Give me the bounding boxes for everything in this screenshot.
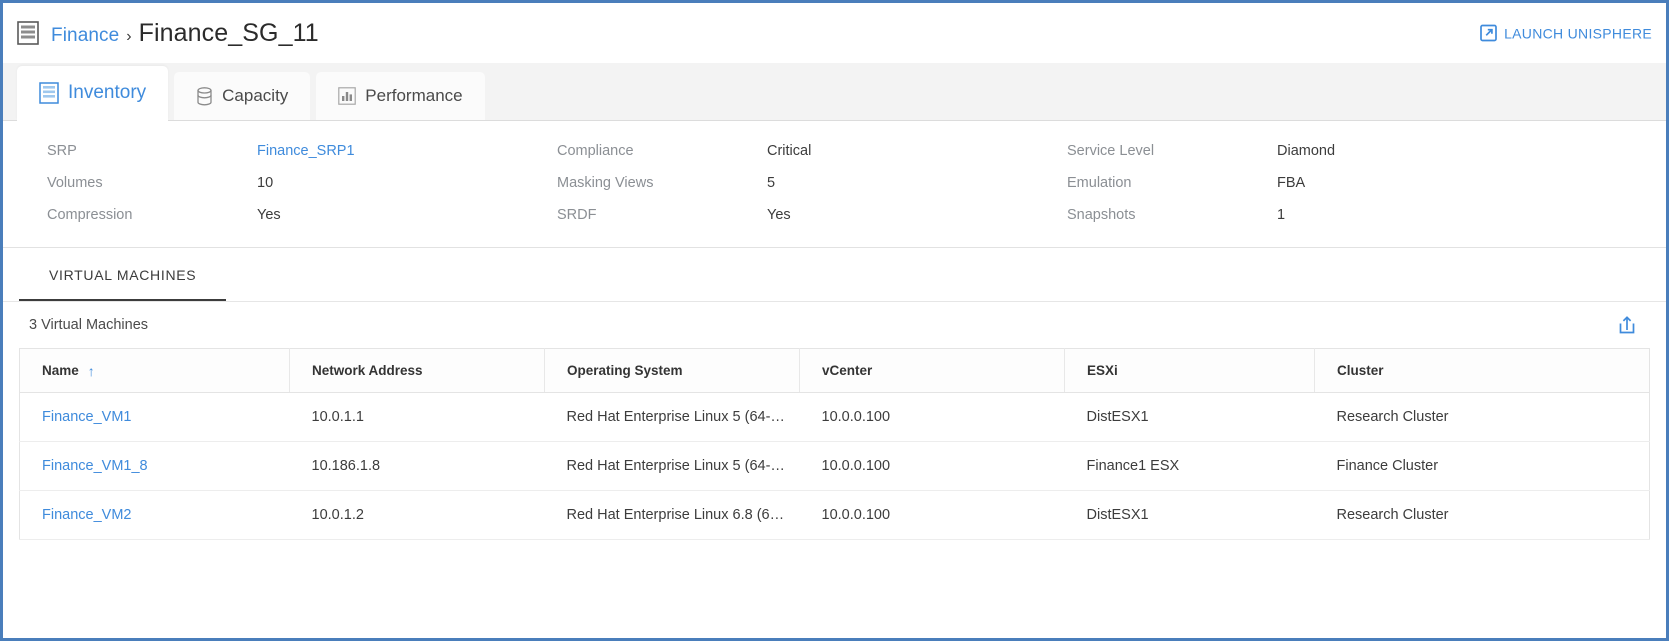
column-header-network-address-label: Network Address: [312, 363, 423, 378]
column-header-cluster-label: Cluster: [1337, 363, 1384, 378]
tab-inventory-label: Inventory: [68, 82, 147, 103]
property-label-srdf: SRDF: [557, 207, 597, 223]
cell-esxi: DistESX1: [1064, 392, 1315, 442]
cell-network-address: 10.186.1.8: [289, 441, 545, 491]
property-value-service-level: Diamond: [1277, 143, 1336, 159]
sub-tabs: VIRTUAL MACHINES: [3, 248, 1666, 302]
cell-operating-system: Red Hat Enterprise Linux 5 (64-…: [544, 441, 800, 491]
cell-cluster: Research Cluster: [1314, 392, 1650, 442]
breadcrumb-separator: ›: [126, 27, 132, 45]
properties-panel: SRP Finance_SRP1 Compliance Critical Ser…: [3, 121, 1666, 248]
virtual-machines-section: 3 Virtual Machines Name ↑ Network Addres…: [3, 302, 1666, 540]
cell-esxi: Finance1 ESX: [1064, 441, 1315, 491]
cell-vcenter: 10.0.0.100: [799, 392, 1065, 442]
main-tabs: Inventory Capacity Performance: [3, 63, 1666, 121]
property-value-snapshots: 1: [1277, 207, 1286, 223]
table-header-row: Name ↑ Network Address Operating System …: [19, 348, 1650, 393]
cell-network-address: 10.0.1.2: [289, 490, 545, 540]
launch-unisphere-button[interactable]: LAUNCH UNISPHERE: [1480, 24, 1652, 42]
table-row[interactable]: Finance_VM2 10.0.1.2 Red Hat Enterprise …: [19, 490, 1650, 540]
tab-inventory[interactable]: Inventory: [17, 66, 169, 121]
cell-cluster: Research Cluster: [1314, 490, 1650, 540]
storage-group-icon: [17, 21, 39, 45]
cell-name[interactable]: Finance_VM1_8: [19, 441, 290, 491]
vm-name-link[interactable]: Finance_VM1: [42, 409, 131, 425]
property-label-srp: SRP: [47, 143, 77, 159]
property-label-compression: Compression: [47, 207, 133, 223]
property-label-compliance: Compliance: [557, 143, 634, 159]
column-header-esxi-label: ESXi: [1087, 363, 1118, 378]
subtab-virtual-machines-label: VIRTUAL MACHINES: [49, 267, 197, 283]
property-label-masking-views: Masking Views: [557, 175, 654, 191]
external-link-icon: [1480, 24, 1497, 42]
column-header-operating-system-label: Operating System: [567, 363, 683, 378]
property-value-volumes: 10: [257, 175, 274, 191]
property-value-srp[interactable]: Finance_SRP1: [257, 143, 557, 159]
export-icon[interactable]: [1614, 312, 1640, 338]
column-header-name-label: Name: [42, 363, 79, 378]
tab-performance[interactable]: Performance: [316, 72, 485, 120]
property-value-masking-views: 5: [767, 175, 776, 191]
cell-operating-system: Red Hat Enterprise Linux 5 (64-…: [544, 392, 800, 442]
property-value-srdf: Yes: [767, 207, 791, 223]
table-row[interactable]: Finance_VM1_8 10.186.1.8 Red Hat Enterpr…: [19, 441, 1650, 491]
breadcrumb: Finance › Finance_SG_11: [51, 19, 319, 48]
property-label-volumes: Volumes: [47, 175, 103, 191]
column-header-network-address[interactable]: Network Address: [289, 348, 545, 393]
cell-operating-system: Red Hat Enterprise Linux 6.8 (6…: [544, 490, 800, 540]
column-header-esxi[interactable]: ESXi: [1064, 348, 1315, 393]
sort-ascending-icon: ↑: [87, 362, 95, 379]
cell-cluster: Finance Cluster: [1314, 441, 1650, 491]
launch-unisphere-label: LAUNCH UNISPHERE: [1504, 25, 1652, 41]
virtual-machines-count: 3 Virtual Machines: [29, 317, 149, 333]
column-header-vcenter[interactable]: vCenter: [799, 348, 1065, 393]
vm-name-link[interactable]: Finance_VM1_8: [42, 458, 148, 474]
property-label-service-level: Service Level: [1067, 143, 1155, 159]
unisphere-storage-group-window: Finance › Finance_SG_11 LAUNCH UNISPHERE: [0, 0, 1669, 641]
column-header-cluster[interactable]: Cluster: [1314, 348, 1650, 393]
property-label-emulation: Emulation: [1067, 175, 1132, 191]
virtual-machines-table: Name ↑ Network Address Operating System …: [19, 348, 1650, 540]
property-label-snapshots: Snapshots: [1067, 207, 1136, 223]
bar-chart-icon: [338, 87, 357, 105]
breadcrumb-parent-link[interactable]: Finance: [51, 25, 119, 47]
page-title: Finance_SG_11: [138, 18, 319, 47]
table-row[interactable]: Finance_VM1 10.0.1.1 Red Hat Enterprise …: [19, 392, 1650, 442]
property-value-compression: Yes: [257, 207, 281, 223]
property-value-emulation: FBA: [1277, 175, 1306, 191]
tab-capacity-label: Capacity: [222, 86, 289, 105]
cell-name[interactable]: Finance_VM2: [19, 490, 290, 540]
property-value-compliance: Critical: [767, 143, 812, 159]
cell-esxi: DistESX1: [1064, 490, 1315, 540]
subtab-virtual-machines[interactable]: VIRTUAL MACHINES: [19, 248, 227, 302]
tab-performance-label: Performance: [365, 86, 463, 105]
cell-vcenter: 10.0.0.100: [799, 490, 1065, 540]
tab-capacity[interactable]: Capacity: [174, 72, 311, 120]
cell-vcenter: 10.0.0.100: [799, 441, 1065, 491]
vm-name-link[interactable]: Finance_VM2: [42, 507, 131, 523]
cell-name[interactable]: Finance_VM1: [19, 392, 290, 442]
column-header-name[interactable]: Name ↑: [19, 348, 290, 393]
page-header: Finance › Finance_SG_11 LAUNCH UNISPHERE: [3, 3, 1666, 63]
cell-network-address: 10.0.1.1: [289, 392, 545, 442]
inventory-icon: [39, 82, 59, 104]
column-header-vcenter-label: vCenter: [822, 363, 873, 378]
table-toolbar: 3 Virtual Machines: [19, 302, 1650, 348]
column-header-operating-system[interactable]: Operating System: [544, 348, 800, 393]
database-icon: [196, 86, 213, 106]
